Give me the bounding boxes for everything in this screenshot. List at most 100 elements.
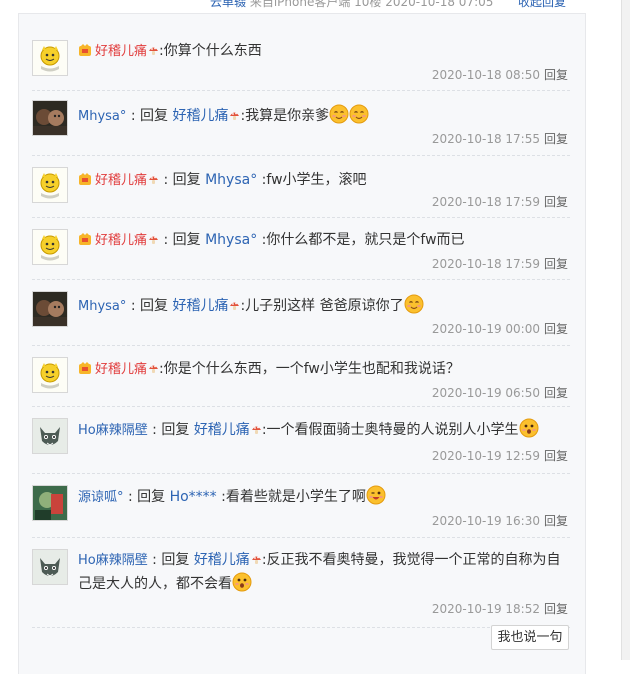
user-avatar[interactable] bbox=[32, 485, 68, 521]
mushroom-icon bbox=[250, 422, 262, 438]
user-avatar[interactable] bbox=[32, 357, 68, 393]
reply-content: :一个看假面骑士奥特曼的人说别人小学生 bbox=[261, 422, 519, 438]
page-scroll-rail bbox=[621, 0, 630, 660]
mushroom-icon bbox=[147, 43, 159, 59]
reply-target-link[interactable]: 好稽儿痛 bbox=[194, 552, 250, 568]
reply-button[interactable]: 回复 bbox=[544, 195, 568, 209]
reply-item: 好稽儿痛 :你算个什么东西 2020-10-18 08:50 回复 bbox=[32, 28, 570, 91]
reply-keyword: 回复 bbox=[137, 489, 166, 505]
reply-timestamp: 2020-10-19 18:52 bbox=[431, 602, 540, 616]
reply-meta: 2020-10-19 18:52 回复 bbox=[432, 600, 568, 617]
username-link[interactable]: 好稽儿痛 bbox=[95, 233, 147, 248]
mushroom-icon bbox=[250, 552, 262, 568]
reply-timestamp: 2020-10-19 00:00 bbox=[431, 322, 540, 336]
reply-text-line: Ho麻辣隔壁 : 回复 好稽儿痛:反正我不看奥特曼，我觉得一个正常的自称为自己是… bbox=[78, 552, 561, 592]
mushroom-icon bbox=[228, 108, 240, 124]
reply-timestamp: 2020-10-18 08:50 bbox=[431, 68, 540, 82]
reply-target-link[interactable]: Ho**** bbox=[170, 489, 217, 505]
reply-target-link[interactable]: 好稽儿痛 bbox=[194, 422, 250, 438]
member-badge-icon bbox=[78, 43, 95, 59]
reply-content: :儿子别这样 爸爸原谅你了 bbox=[240, 298, 404, 314]
reply-target-link[interactable]: 好稽儿痛 bbox=[172, 108, 228, 124]
floor-info-strip: 云单辍 来自iPhone客户端 10楼 2020-10-18 07:05 收起回… bbox=[210, 0, 566, 10]
reply-keyword: 回复 bbox=[172, 232, 201, 248]
reply-text-line: Ho麻辣隔壁 : 回复 好稽儿痛:一个看假面骑士奥特曼的人说别人小学生 bbox=[78, 418, 568, 442]
reply-content: :看着些就是小学生了啊 bbox=[221, 489, 366, 505]
mushroom-icon bbox=[228, 298, 240, 314]
reply-target-link[interactable]: Mhysa° bbox=[205, 172, 257, 188]
reply-meta: 2020-10-19 06:50 回复 bbox=[432, 384, 568, 401]
reply-content: :你是个什么东西，一个fw小学生也配和我说话？ bbox=[159, 361, 460, 377]
reply-target-link[interactable]: 好稽儿痛 bbox=[172, 298, 228, 314]
username-link[interactable]: Mhysa° bbox=[78, 109, 126, 124]
floor-meta: 来自iPhone客户端 10楼 2020-10-18 07:05 bbox=[249, 0, 494, 9]
reply-item: 源谅呱° : 回复 Ho**** :看着些就是小学生了啊 2020-10-19 1… bbox=[32, 473, 570, 538]
reply-meta: 2020-10-18 17:59 回复 bbox=[432, 193, 568, 210]
reply-item: 好稽儿痛 : 回复 Mhysa° :你什么都不是，就只是个fw而已 2020-10… bbox=[32, 217, 570, 280]
mushroom-icon bbox=[147, 172, 159, 188]
post-reply-button[interactable]: 我也说一句 bbox=[491, 625, 569, 650]
reply-text-line: Mhysa° : 回复 好稽儿痛:我算是你亲爹 bbox=[78, 104, 568, 128]
reply-text-line: Mhysa° : 回复 好稽儿痛:儿子别这样 爸爸原谅你了 bbox=[78, 294, 568, 318]
mushroom-icon bbox=[147, 361, 159, 377]
username-link[interactable]: Ho麻辣隔壁 bbox=[78, 553, 148, 568]
member-badge-icon bbox=[78, 232, 95, 248]
reply-content: :你什么都不是，就只是个fw而已 bbox=[261, 232, 465, 248]
user-avatar[interactable] bbox=[32, 100, 68, 136]
reply-timestamp: 2020-10-19 06:50 bbox=[431, 386, 540, 400]
reply-button[interactable]: 回复 bbox=[544, 132, 568, 146]
reply-meta: 2020-10-19 12:59 回复 bbox=[432, 447, 568, 464]
reply-keyword: 回复 bbox=[161, 422, 190, 438]
user-avatar[interactable] bbox=[32, 40, 68, 76]
reply-text-line: 好稽儿痛 : 回复 Mhysa° :fw小学生，滚吧 bbox=[78, 169, 568, 192]
reply-button[interactable]: 回复 bbox=[544, 257, 568, 271]
username-link[interactable]: 好稽儿痛 bbox=[95, 173, 147, 188]
username-link[interactable]: Mhysa° bbox=[78, 299, 126, 314]
reply-button[interactable]: 回复 bbox=[544, 514, 568, 528]
member-badge-icon bbox=[78, 172, 95, 188]
reply-timestamp: 2020-10-19 16:30 bbox=[431, 514, 540, 528]
user-avatar[interactable] bbox=[32, 549, 68, 585]
reply-item: Ho麻辣隔壁 : 回复 好稽儿痛:反正我不看奥特曼，我觉得一个正常的自称为自己是… bbox=[32, 537, 570, 628]
reply-button[interactable]: 回复 bbox=[544, 322, 568, 336]
reply-button[interactable]: 回复 bbox=[544, 386, 568, 400]
username-link[interactable]: 好稽儿痛 bbox=[95, 44, 147, 59]
reply-item: Mhysa° : 回复 好稽儿痛:儿子别这样 爸爸原谅你了 2020-10-19 … bbox=[32, 279, 570, 346]
emoji-icon bbox=[404, 294, 424, 314]
reply-text-line: 源谅呱° : 回复 Ho**** :看着些就是小学生了啊 bbox=[78, 485, 568, 509]
reply-timestamp: 2020-10-18 17:55 bbox=[431, 132, 540, 146]
reply-item: Ho麻辣隔壁 : 回复 好稽儿痛:一个看假面骑士奥特曼的人说别人小学生 2020-… bbox=[32, 406, 570, 474]
reply-text-line: 好稽儿痛 :你算个什么东西 bbox=[78, 40, 568, 63]
emoji-icon bbox=[232, 572, 252, 592]
username-link[interactable]: Ho麻辣隔壁 bbox=[78, 423, 148, 438]
reply-item: Mhysa° : 回复 好稽儿痛:我算是你亲爹 2020-10-18 17:55 回… bbox=[32, 90, 570, 156]
reply-meta: 2020-10-18 08:50 回复 bbox=[432, 66, 568, 83]
reply-content: :fw小学生，滚吧 bbox=[261, 172, 367, 188]
emoji-icon bbox=[329, 104, 349, 124]
reply-meta: 2020-10-19 00:00 回复 bbox=[432, 320, 568, 337]
reply-button[interactable]: 回复 bbox=[544, 68, 568, 82]
reply-button[interactable]: 回复 bbox=[544, 602, 568, 616]
collapse-replies-link[interactable]: 收起回复 bbox=[518, 0, 566, 10]
username-link[interactable]: 好稽儿痛 bbox=[95, 362, 147, 377]
reply-button[interactable]: 回复 bbox=[544, 449, 568, 463]
username-link[interactable]: 源谅呱° bbox=[78, 490, 124, 505]
reply-text-line: 好稽儿痛 :你是个什么东西，一个fw小学生也配和我说话？ bbox=[78, 358, 568, 381]
reply-item: 好稽儿痛 :你是个什么东西，一个fw小学生也配和我说话？ 2020-10-19 06… bbox=[32, 345, 570, 407]
emoji-icon bbox=[349, 104, 369, 124]
reply-target-link[interactable]: Mhysa° bbox=[205, 232, 257, 248]
reply-content: :你算个什么东西 bbox=[159, 43, 262, 59]
reply-meta: 2020-10-19 16:30 回复 bbox=[432, 512, 568, 529]
mushroom-icon bbox=[147, 232, 159, 248]
reply-meta: 2020-10-18 17:59 回复 bbox=[432, 255, 568, 272]
client-link[interactable]: 云单辍 bbox=[210, 0, 246, 9]
reply-timestamp: 2020-10-19 12:59 bbox=[431, 449, 540, 463]
reply-meta: 2020-10-18 17:55 回复 bbox=[432, 130, 568, 147]
user-avatar[interactable] bbox=[32, 418, 68, 454]
reply-keyword: 回复 bbox=[161, 552, 190, 568]
reply-keyword: 回复 bbox=[140, 108, 169, 124]
user-avatar[interactable] bbox=[32, 291, 68, 327]
user-avatar[interactable] bbox=[32, 229, 68, 265]
reply-timestamp: 2020-10-18 17:59 bbox=[431, 257, 540, 271]
user-avatar[interactable] bbox=[32, 167, 68, 203]
